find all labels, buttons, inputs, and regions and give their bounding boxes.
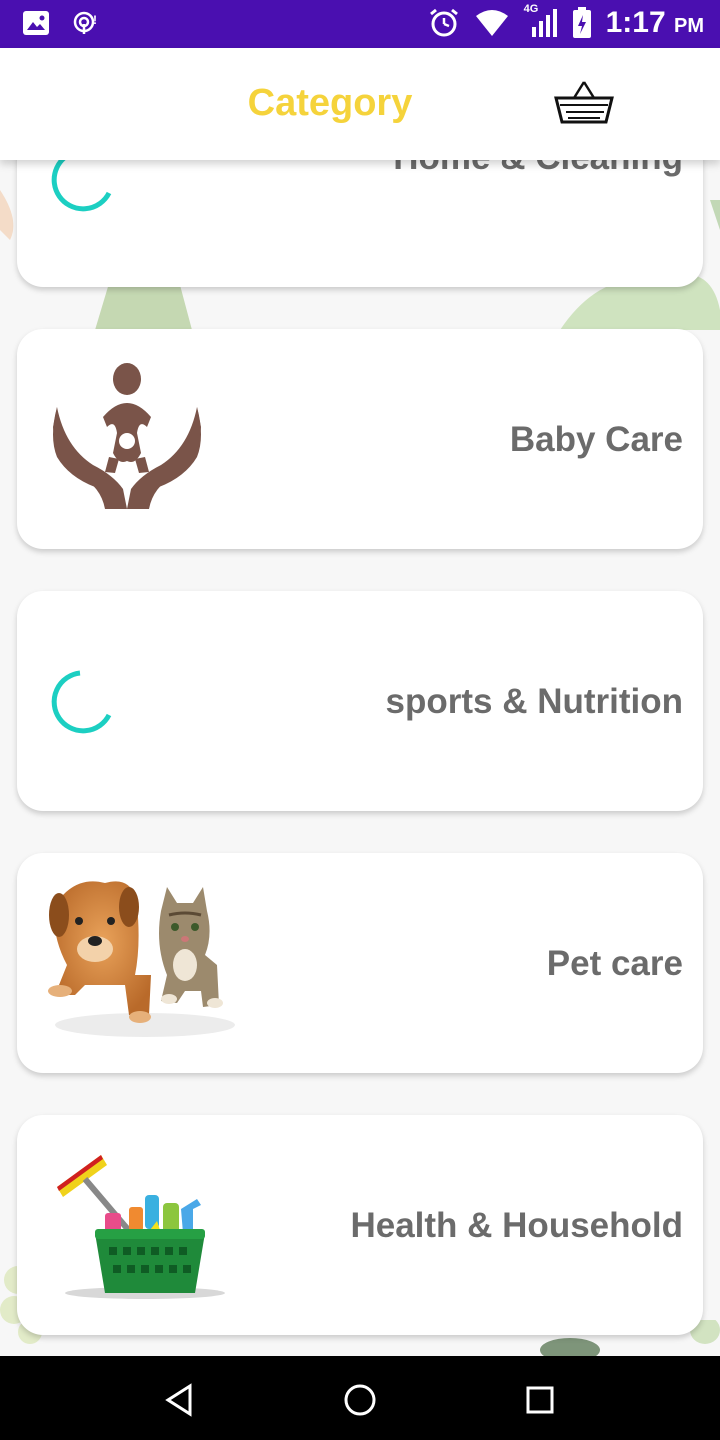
status-bar: ! 4G 1:17 PM <box>0 0 720 48</box>
signal-icon: 4G <box>524 3 558 39</box>
cleaning-basket-illustration <box>57 1155 225 1299</box>
app-bar: Category <box>0 48 720 160</box>
category-label: Health & Household <box>350 1206 683 1245</box>
category-label: Home & Cleaning <box>393 160 683 178</box>
baby-care-hands-icon <box>53 363 201 509</box>
clock: 1:17 PM <box>605 6 704 39</box>
category-card-health-household[interactable]: Health & Household <box>17 1115 703 1335</box>
navigation-bar <box>0 1356 720 1440</box>
recents-icon[interactable] <box>520 1380 560 1420</box>
loading-spinner-icon <box>51 160 112 212</box>
category-card-home-cleaning[interactable]: Home & Cleaning <box>17 160 703 287</box>
loading-spinner-icon <box>51 670 112 734</box>
svg-text:!: ! <box>93 13 97 27</box>
category-label: Pet care <box>546 944 683 983</box>
category-card-pet-care[interactable]: Pet care <box>17 853 703 1073</box>
category-label: Baby Care <box>509 420 683 459</box>
wifi-icon <box>475 10 508 36</box>
alarm-icon <box>429 8 458 37</box>
home-icon[interactable] <box>340 1380 380 1420</box>
dog-and-cat-photo <box>48 881 235 1037</box>
category-card-sports-nutrition[interactable]: sports & Nutrition <box>17 591 703 811</box>
category-card-baby-care[interactable]: Baby Care <box>17 329 703 549</box>
image-icon <box>23 11 49 35</box>
category-list[interactable]: Home & Cleaning Baby Care sports & Nutri… <box>0 160 720 1356</box>
hotspot-icon: ! <box>73 11 97 34</box>
back-icon[interactable] <box>160 1380 200 1420</box>
shopping-basket-icon[interactable] <box>552 78 616 128</box>
battery-icon <box>572 7 591 38</box>
category-label: sports & Nutrition <box>385 682 683 721</box>
